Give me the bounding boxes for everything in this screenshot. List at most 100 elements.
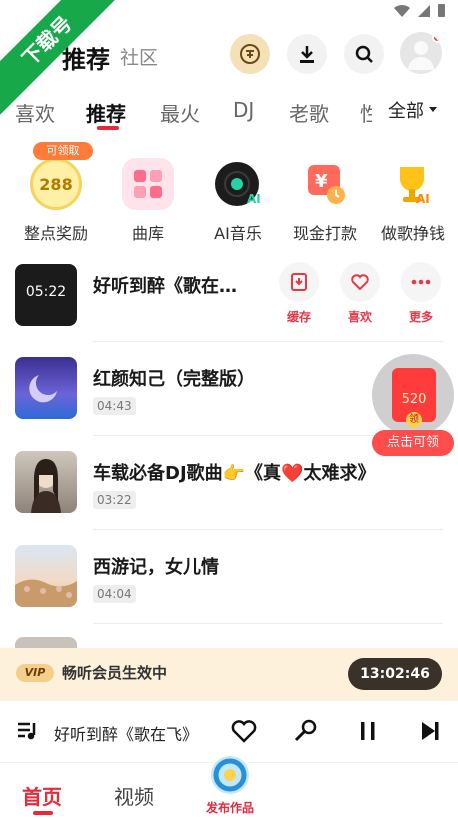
quick-entry-row: 可领取 288 整点奖励 曲库 AI AI音乐 ¥ 现金打款 AI 做歌挣钱 <box>0 142 458 246</box>
like-button[interactable]: 喜欢 <box>340 262 380 325</box>
nav-home[interactable]: 首页 <box>22 781 62 810</box>
all-categories-label: 全部 <box>388 101 424 122</box>
active-tab-indicator <box>97 126 119 130</box>
now-playing-title: 好听到醉《歌在飞》 <box>54 725 199 744</box>
tab-likes[interactable]: 喜欢 <box>15 98 55 127</box>
coin-icon: 288 <box>30 158 82 210</box>
duration-badge: 04:04 <box>93 585 136 603</box>
library-grid-icon <box>122 158 174 210</box>
song-cover <box>15 637 77 648</box>
next-track-button[interactable] <box>416 717 444 745</box>
vip-status-bar[interactable]: VIP 畅听会员生效中 13:02:46 <box>0 648 458 700</box>
divider <box>93 529 443 530</box>
caret-down-icon <box>429 107 437 112</box>
pause-button[interactable] <box>354 717 382 745</box>
wifi-icon <box>394 4 410 17</box>
notification-dot <box>432 32 442 43</box>
more-dots-icon <box>411 279 431 285</box>
nav-active-indicator <box>33 811 53 815</box>
community-tab[interactable]: 社区 <box>120 43 158 70</box>
magic-wand-icon <box>294 719 317 742</box>
heart-outline-icon <box>231 720 257 743</box>
tab-hottest[interactable]: 最火 <box>160 98 200 127</box>
pause-icon <box>361 722 375 740</box>
search-button[interactable] <box>344 34 384 74</box>
heart-icon <box>351 274 369 291</box>
quick-entry-label: 整点奖励 <box>23 224 88 243</box>
download-icon <box>300 46 314 63</box>
user-avatar[interactable] <box>400 32 442 74</box>
tab-old-songs[interactable]: 老歌 <box>289 98 329 127</box>
nav-video[interactable]: 视频 <box>114 781 154 810</box>
song-title: 车载必备DJ歌曲👉《真❤️太难求》 <box>93 463 376 484</box>
red-packet-cta[interactable]: 点击可领 <box>372 430 454 456</box>
cache-label: 缓存 <box>286 310 311 324</box>
quick-entry-label: 做歌挣钱 <box>380 224 445 243</box>
portrait-image <box>31 459 61 513</box>
flower-field-image <box>15 579 77 607</box>
song-cover <box>15 545 77 607</box>
tab-dj[interactable]: DJ <box>233 98 254 122</box>
red-packet-widget[interactable]: 520 领 点击可领 <box>372 354 454 458</box>
svg-text:AI: AI <box>416 192 430 206</box>
publish-button[interactable]: 发布作品 <box>200 753 260 816</box>
song-row[interactable]: 05:22 好听到醉《歌在… 缓存 喜欢 更多 <box>0 262 458 352</box>
song-cover <box>15 357 77 419</box>
vinyl-ai-icon: AI <box>212 158 264 210</box>
skip-next-icon <box>422 722 439 740</box>
divider <box>93 623 443 624</box>
magic-button[interactable] <box>292 717 320 745</box>
ad-free-icon <box>240 44 260 64</box>
all-categories-dropdown[interactable]: 全部 <box>372 92 458 128</box>
song-cover <box>15 451 77 513</box>
music-library-entry[interactable]: 曲库 <box>105 146 191 244</box>
song-row[interactable]: 西游记，女儿情 04:04 <box>0 545 458 633</box>
cache-button[interactable]: 缓存 <box>279 262 319 325</box>
vip-badge: VIP <box>16 664 54 682</box>
search-icon <box>355 45 373 63</box>
vip-status-text: 畅听会员生效中 <box>62 664 168 682</box>
song-row-partial[interactable] <box>0 637 458 648</box>
ad-free-button[interactable] <box>230 34 270 74</box>
publish-icon <box>208 753 252 797</box>
song-title: 西游记，女儿情 <box>93 557 219 578</box>
song-title: 好听到醉《歌在… <box>93 276 237 297</box>
battery-icon <box>438 4 445 17</box>
playlist-button[interactable] <box>14 717 42 745</box>
cover-time-label: 05:22 <box>25 284 67 300</box>
quick-entry-label: 现金打款 <box>292 224 357 243</box>
svg-text:AI: AI <box>247 192 261 206</box>
quick-entry-label: AI音乐 <box>214 224 262 243</box>
red-packet-amount: 520 <box>401 392 427 407</box>
signal-icon <box>418 4 430 17</box>
hourly-reward-entry[interactable]: 可领取 288 整点奖励 <box>13 142 99 244</box>
svg-text:¥: ¥ <box>315 171 328 192</box>
song-cover: 05:22 <box>15 264 77 326</box>
more-button[interactable]: 更多 <box>401 262 441 325</box>
duration-badge: 04:43 <box>93 397 136 415</box>
more-label: 更多 <box>408 310 433 324</box>
song-row[interactable]: 车载必备DJ歌曲👉《真❤️太难求》 03:22 <box>0 451 458 539</box>
moon-icon <box>29 375 57 403</box>
cash-payout-entry[interactable]: ¥ 现金打款 <box>282 146 368 244</box>
ai-music-entry[interactable]: AI AI音乐 <box>195 146 281 244</box>
claim-token: 领 <box>406 412 422 428</box>
make-songs-earn-entry[interactable]: AI 做歌挣钱 <box>370 146 456 244</box>
player-like-button[interactable] <box>230 717 258 745</box>
vip-countdown: 13:02:46 <box>348 658 442 690</box>
cash-icon: ¥ <box>299 158 351 210</box>
divider <box>93 341 443 342</box>
category-tabs: 喜欢 推荐 最火 DJ 老歌 性 全部 <box>0 92 458 132</box>
duration-badge: 03:22 <box>93 491 136 509</box>
like-label: 喜欢 <box>347 310 372 324</box>
download-box-icon <box>291 273 307 291</box>
bottom-navigation: 首页 视频 发布作品 <box>0 753 458 820</box>
publish-label: 发布作品 <box>205 801 254 815</box>
quick-entry-label: 曲库 <box>131 224 164 243</box>
playlist-icon <box>18 722 36 740</box>
download-button[interactable] <box>287 34 327 74</box>
song-title: 红颜知己（完整版） <box>93 369 255 390</box>
trophy-icon: AI <box>387 158 439 210</box>
tab-recommend[interactable]: 推荐 <box>86 98 126 127</box>
claimable-badge: 可领取 <box>33 142 93 160</box>
